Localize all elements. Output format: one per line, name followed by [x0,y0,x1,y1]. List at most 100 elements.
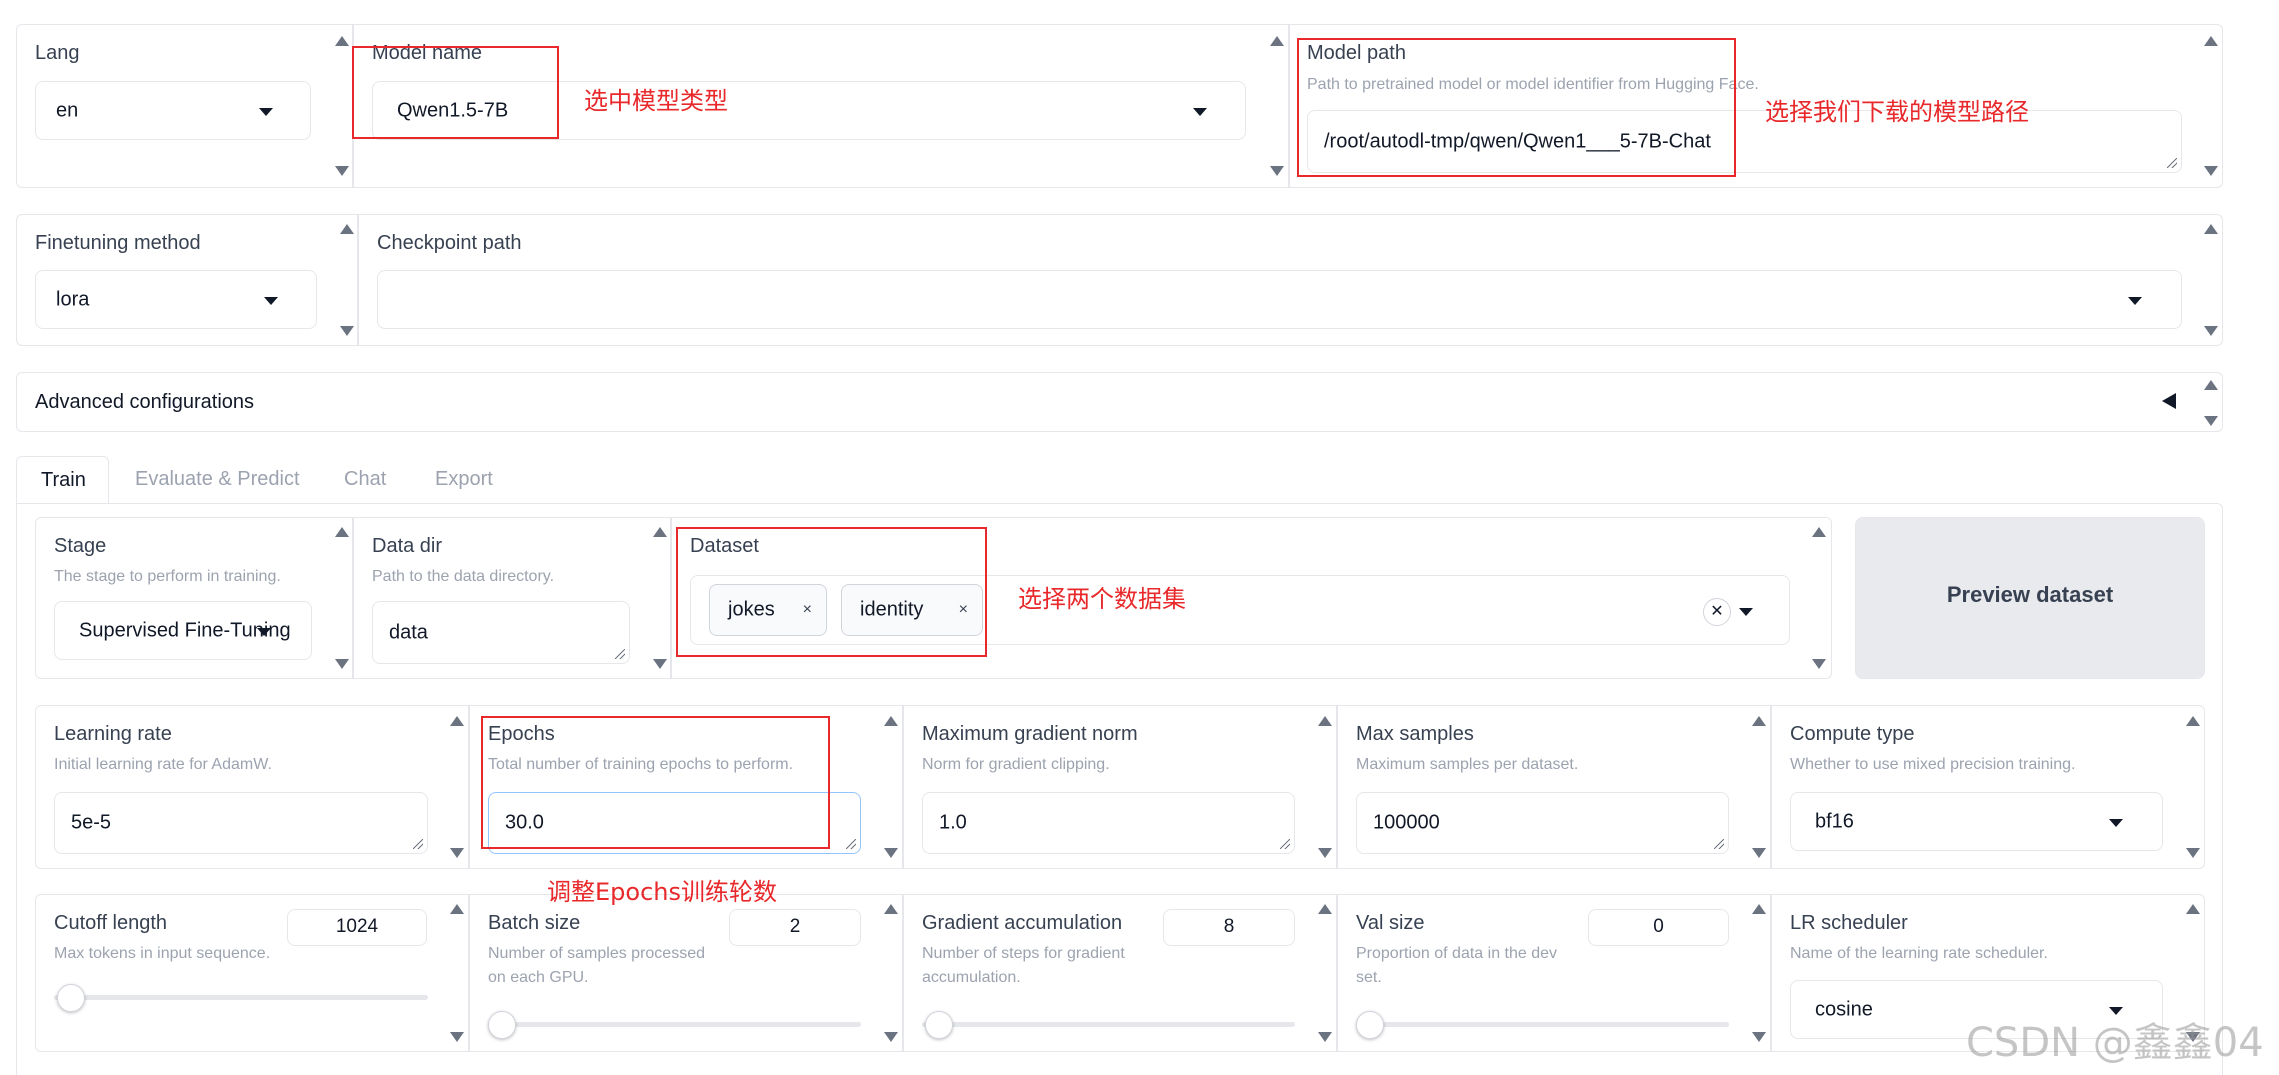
divider [670,517,672,679]
grad-accum-number[interactable]: 8 [1163,909,1295,946]
batch-size-info-line1: Number of samples processed [488,945,705,962]
scrollbar[interactable] [338,224,354,336]
stage-label: Stage [54,535,107,557]
learning-rate-value: 5e-5 [71,811,112,834]
scrollbar[interactable] [1750,904,1766,1042]
val-size-slider-thumb[interactable] [1356,1011,1384,1039]
annotation-box-model-path [1297,38,1736,177]
cutoff-length-slider-thumb[interactable] [57,984,85,1012]
cutoff-length-number[interactable]: 1024 [287,909,427,946]
preview-dataset-label: Preview dataset [1946,582,2114,607]
tab-evaluate-predict[interactable]: Evaluate & Predict [135,468,300,491]
divider [468,705,470,869]
resize-handle-icon[interactable] [615,649,625,659]
lang-label: Lang [35,42,80,64]
scrollbar[interactable] [1316,904,1332,1042]
resize-handle-icon[interactable] [846,839,856,849]
tab-train-label: Train [41,469,86,491]
divider [902,705,904,869]
scrollbar[interactable] [1750,716,1766,858]
grad-accum-label: Gradient accumulation [922,912,1123,934]
csdn-watermark: CSDN @鑫鑫04 [1966,1020,2264,1066]
cutoff-length-info: Max tokens in input sequence. [54,945,271,962]
data-dir-value: data [389,621,428,643]
divider [1770,705,1772,869]
chevron-down-icon [259,108,273,116]
grad-accum-slider-track[interactable] [922,1022,1295,1027]
annotation-datasets: 选择两个数据集 [1018,585,1186,613]
cutoff-length-slider-track[interactable] [54,995,428,1000]
resize-handle-icon[interactable] [1714,839,1724,849]
val-size-number[interactable]: 0 [1588,909,1729,946]
divider [468,894,470,1052]
tab-export[interactable]: Export [435,468,493,491]
val-size-info-line1: Proportion of data in the dev [1356,945,1558,962]
grad-accum-info-line1: Number of steps for gradient [922,945,1125,962]
scrollbar[interactable] [448,904,464,1042]
lr-scheduler-info: Name of the learning rate scheduler. [1790,945,2048,962]
grad-accum-slider-thumb[interactable] [925,1011,953,1039]
advanced-configurations-label: Advanced configurations [35,391,255,413]
cutoff-length-label: Cutoff length [54,912,168,934]
checkpoint-path-label: Checkpoint path [377,232,522,254]
scrollbar[interactable] [651,527,667,669]
learning-rate-info: Initial learning rate for AdamW. [54,756,272,773]
batch-size-slider-track[interactable] [488,1022,861,1027]
val-size-label: Val size [1356,912,1425,934]
scrollbar[interactable] [2202,36,2218,176]
scrollbar[interactable] [1268,36,1284,176]
val-size-slider-track[interactable] [1356,1022,1729,1027]
grad-accum-info-line2: accumulation. [922,969,1021,986]
data-dir-input[interactable]: data [372,601,630,664]
learning-rate-input[interactable]: 5e-5 [54,792,428,854]
chevron-down-icon [264,297,278,305]
scrollbar[interactable] [882,904,898,1042]
divider [902,894,904,1052]
scrollbar[interactable] [2202,380,2218,426]
finetuning-method-select[interactable]: lora [35,270,317,329]
scrollbar[interactable] [333,527,349,669]
stage-select[interactable]: Supervised Fine-Tuning [54,601,312,660]
max-grad-norm-input[interactable]: 1.0 [922,792,1295,854]
checkpoint-path-select[interactable] [377,270,2182,329]
scrollbar[interactable] [2184,716,2200,858]
lr-scheduler-value: cosine [1815,998,1873,1020]
divider [1288,24,1290,188]
finetuning-method-label: Finetuning method [35,232,201,254]
lr-scheduler-label: LR scheduler [1790,912,1908,934]
max-samples-input[interactable]: 100000 [1356,792,1729,854]
divider [1336,705,1338,869]
resize-handle-icon[interactable] [413,839,423,849]
compute-type-select[interactable]: bf16 [1790,792,2163,851]
val-size-info-line2: set. [1356,969,1382,986]
divider [1770,894,1772,1052]
scrollbar[interactable] [448,716,464,858]
advanced-configurations-accordion[interactable] [16,372,2223,432]
max-samples-info: Maximum samples per dataset. [1356,756,1579,773]
chevron-down-icon [2128,297,2142,305]
scrollbar[interactable] [882,716,898,858]
batch-size-label: Batch size [488,912,581,934]
compute-type-value: bf16 [1815,810,1854,832]
tab-chat[interactable]: Chat [344,468,386,491]
preview-dataset-button[interactable]: Preview dataset [1855,517,2205,679]
divider [352,517,354,679]
compute-type-label: Compute type [1790,723,1915,745]
scrollbar[interactable] [2202,224,2218,336]
scrollbar[interactable] [1810,527,1826,669]
annotation-epochs: 调整Epochs训练轮数 [547,878,777,906]
divider [1336,894,1338,1052]
batch-size-slider-thumb[interactable] [488,1011,516,1039]
clear-icon[interactable]: ✕ [1703,598,1731,626]
lang-select[interactable]: en [35,81,311,140]
resize-handle-icon[interactable] [1280,839,1290,849]
scrollbar[interactable] [1316,716,1332,858]
tab-train[interactable]: Train [16,456,109,504]
annotation-box-model-name [352,46,559,139]
scrollbar[interactable] [333,36,349,176]
batch-size-number[interactable]: 2 [729,909,861,946]
resize-handle-icon[interactable] [2167,158,2177,168]
chevron-down-icon [1739,608,1753,616]
collapse-triangle-icon[interactable] [2162,393,2176,409]
learning-rate-label: Learning rate [54,723,172,745]
